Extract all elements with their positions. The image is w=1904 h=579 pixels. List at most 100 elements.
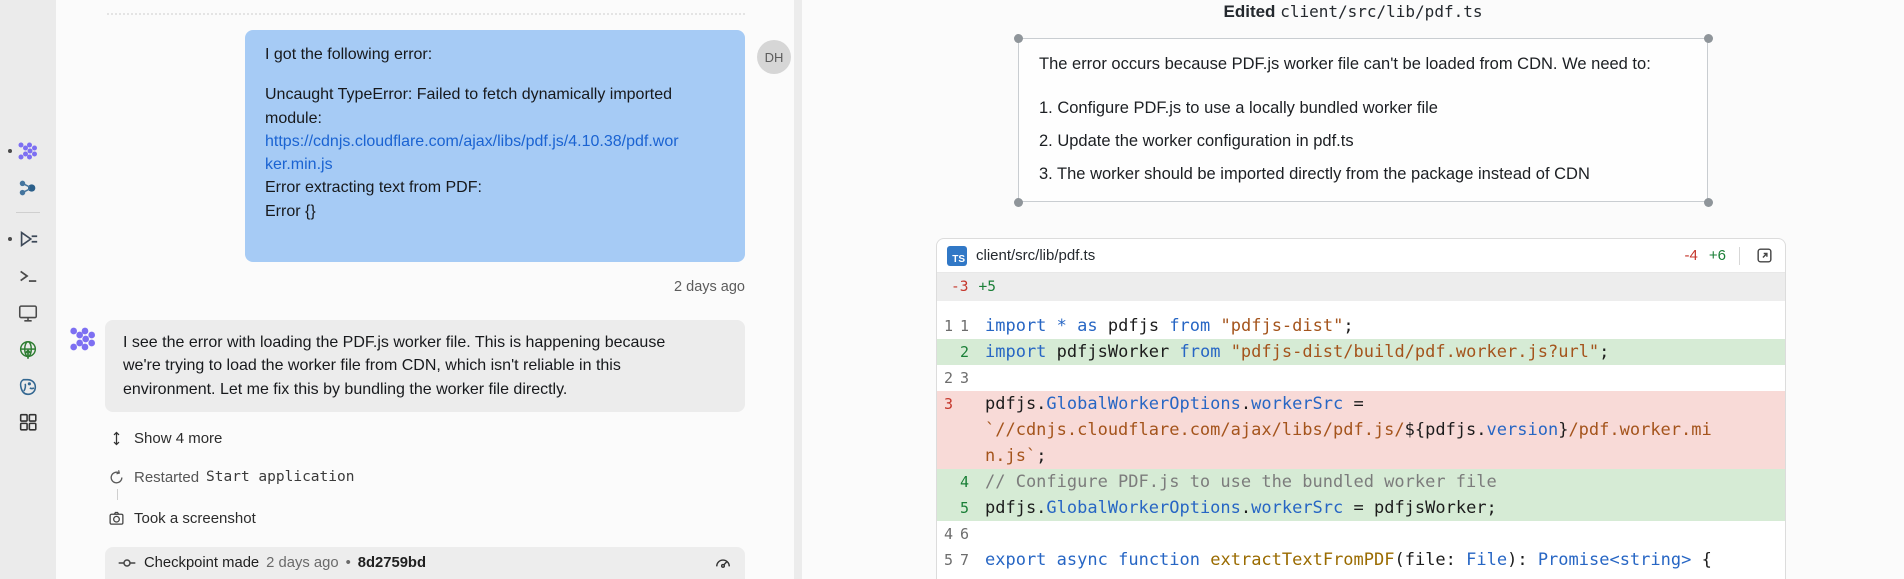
note-corner-handle[interactable] bbox=[1014, 34, 1023, 43]
old-line-number: 1 bbox=[937, 313, 953, 339]
sidebar-item-shell[interactable] bbox=[16, 264, 40, 288]
sidebar-item-database[interactable] bbox=[16, 375, 40, 399]
note-corner-handle[interactable] bbox=[1704, 34, 1713, 43]
timeline-connector bbox=[117, 489, 118, 500]
agent-message-bubble: I see the error with loading the PDF.js … bbox=[105, 320, 745, 412]
diff-line: 5 pdfjs.GlobalWorkerOptions.workerSrc = p… bbox=[937, 495, 1785, 521]
user-message-line: Error extracting text from PDF: bbox=[265, 176, 725, 199]
open-external-icon bbox=[1755, 246, 1774, 265]
new-line-number: 5 bbox=[954, 495, 969, 521]
console-icon bbox=[17, 228, 39, 250]
note-intro: The error occurs because PDF.js worker f… bbox=[1039, 53, 1687, 75]
user-message-bubble: I got the following error: Uncaught Type… bbox=[245, 30, 745, 262]
code-text: // Configure PDF.js to use the bundled w… bbox=[985, 469, 1497, 495]
diff-line: 46 bbox=[937, 521, 1785, 547]
old-line-number bbox=[937, 495, 953, 521]
agent-notification-dot bbox=[8, 149, 12, 153]
old-line-number: 4 bbox=[937, 521, 953, 547]
old-line-number bbox=[937, 417, 953, 443]
checkpoint-bar: Checkpoint made 2 days ago • 8d2759bd bbox=[105, 547, 745, 579]
new-line-number: 6 bbox=[954, 521, 969, 547]
diff-line: 57 export async function extractTextFromP… bbox=[937, 547, 1785, 573]
user-message-line: Error {} bbox=[265, 200, 725, 223]
old-line-number: 2 bbox=[937, 365, 953, 391]
monitor-icon bbox=[17, 302, 39, 324]
diff-filename: client/src/lib/pdf.ts bbox=[976, 247, 1676, 264]
diff-line: 2 import pdfjsWorker from "pdfjs-dist/bui… bbox=[937, 339, 1785, 365]
sidebar-rail bbox=[0, 0, 56, 579]
checkpoint-hash: 8d2759bd bbox=[358, 555, 426, 571]
old-line-number bbox=[937, 339, 953, 365]
diff-line: 4 // Configure PDF.js to use the bundled … bbox=[937, 469, 1785, 495]
sidebar-divider bbox=[16, 212, 40, 213]
sidebar-item-preview[interactable] bbox=[16, 301, 40, 325]
diff-line: 11 import * as pdfjs from "pdfjs-dist"; bbox=[937, 313, 1785, 339]
hunk-deletions: -3 bbox=[951, 279, 968, 295]
restarted-target: Start application bbox=[206, 469, 354, 485]
code-text: import * as pdfjs from "pdfjs-dist"; bbox=[985, 313, 1354, 339]
agent-logo-icon bbox=[67, 323, 99, 355]
expand-updown-icon bbox=[108, 430, 125, 447]
checkpoint-time: 2 days ago bbox=[266, 555, 338, 571]
edited-file-title: Edited client/src/lib/pdf.ts bbox=[802, 2, 1904, 22]
restarted-row[interactable]: Restarted Start application bbox=[108, 467, 354, 487]
agent-message-line: environment. Let me fix this by bundling… bbox=[123, 378, 727, 401]
commit-icon bbox=[117, 553, 137, 573]
sidebar-item-publish[interactable] bbox=[16, 338, 40, 362]
restart-icon bbox=[108, 469, 125, 486]
diff-code: 11import * as pdfjs from "pdfjs-dist";2i… bbox=[937, 301, 1785, 573]
checkpoint-label: Checkpoint made bbox=[144, 555, 259, 571]
plan-note-box: The error occurs because PDF.js worker f… bbox=[1018, 38, 1708, 202]
new-line-number: 4 bbox=[954, 469, 969, 495]
show-more-label: Show 4 more bbox=[134, 430, 222, 447]
new-line-number bbox=[954, 391, 969, 417]
workspace: I got the following error: Uncaught Type… bbox=[0, 0, 1904, 579]
open-file-button[interactable] bbox=[1753, 245, 1775, 267]
note-item: 3. The worker should be imported directl… bbox=[1039, 161, 1687, 188]
old-line-number: 5 bbox=[937, 547, 953, 573]
user-message-gap bbox=[265, 66, 725, 83]
user-message-line: I got the following error: bbox=[265, 43, 725, 66]
rollback-gauge-icon[interactable] bbox=[713, 553, 733, 573]
note-item: 1. Configure PDF.js to use a locally bun… bbox=[1039, 95, 1687, 122]
note-corner-handle[interactable] bbox=[1014, 198, 1023, 207]
edited-file-path: client/src/lib/pdf.ts bbox=[1280, 2, 1482, 21]
console-notification-dot bbox=[8, 237, 12, 241]
new-line-number: 7 bbox=[954, 547, 969, 573]
screenshot-row[interactable]: Took a screenshot bbox=[108, 508, 256, 528]
diff-line: n.js`; bbox=[937, 443, 1785, 469]
new-line-number: 1 bbox=[954, 313, 969, 339]
old-line-number: 3 bbox=[937, 391, 953, 417]
deletions-count: -4 bbox=[1685, 247, 1698, 264]
new-line-number bbox=[954, 417, 969, 443]
edited-label: Edited bbox=[1224, 2, 1276, 21]
sidebar-item-apps[interactable] bbox=[16, 410, 40, 434]
error-url-link[interactable]: ker.min.js bbox=[265, 153, 725, 176]
note-corner-handle[interactable] bbox=[1704, 198, 1713, 207]
code-text: export async function extractTextFromPDF… bbox=[985, 547, 1712, 573]
diff-line: 3pdfjs.GlobalWorkerOptions.workerSrc = bbox=[937, 391, 1785, 417]
error-url-link[interactable]: https://cdnjs.cloudflare.com/ajax/libs/p… bbox=[265, 130, 725, 153]
postgresql-icon bbox=[17, 376, 39, 398]
screenshot-label: Took a screenshot bbox=[134, 510, 256, 527]
additions-count: +6 bbox=[1709, 247, 1726, 264]
sidebar-item-assistant[interactable] bbox=[16, 176, 40, 200]
new-line-number: 2 bbox=[954, 339, 969, 365]
agent-message-line: I see the error with loading the PDF.js … bbox=[123, 331, 727, 354]
sidebar-item-console[interactable] bbox=[16, 227, 40, 251]
publish-globe-icon bbox=[17, 339, 39, 361]
note-item: 2. Update the worker configuration in pd… bbox=[1039, 128, 1687, 155]
diff-line: `//cdnjs.cloudflare.com/ajax/libs/pdf.js… bbox=[937, 417, 1785, 443]
assistant-icon bbox=[17, 177, 39, 199]
agent-message-line: we're trying to load the worker file fro… bbox=[123, 354, 727, 377]
code-text: import pdfjsWorker from "pdfjs-dist/buil… bbox=[985, 339, 1609, 365]
restarted-label: Restarted bbox=[134, 469, 199, 486]
diff-hunk-header: -3 +5 bbox=[937, 273, 1785, 301]
code-text: pdfjs.GlobalWorkerOptions.workerSrc = pd… bbox=[985, 495, 1497, 521]
agent-avatar bbox=[66, 322, 100, 356]
collapsed-history-divider bbox=[107, 13, 745, 15]
panel-resize-handle[interactable] bbox=[794, 0, 802, 579]
sidebar-item-agent[interactable] bbox=[16, 139, 40, 163]
camera-icon bbox=[108, 510, 125, 527]
show-more-button[interactable]: Show 4 more bbox=[108, 428, 222, 448]
